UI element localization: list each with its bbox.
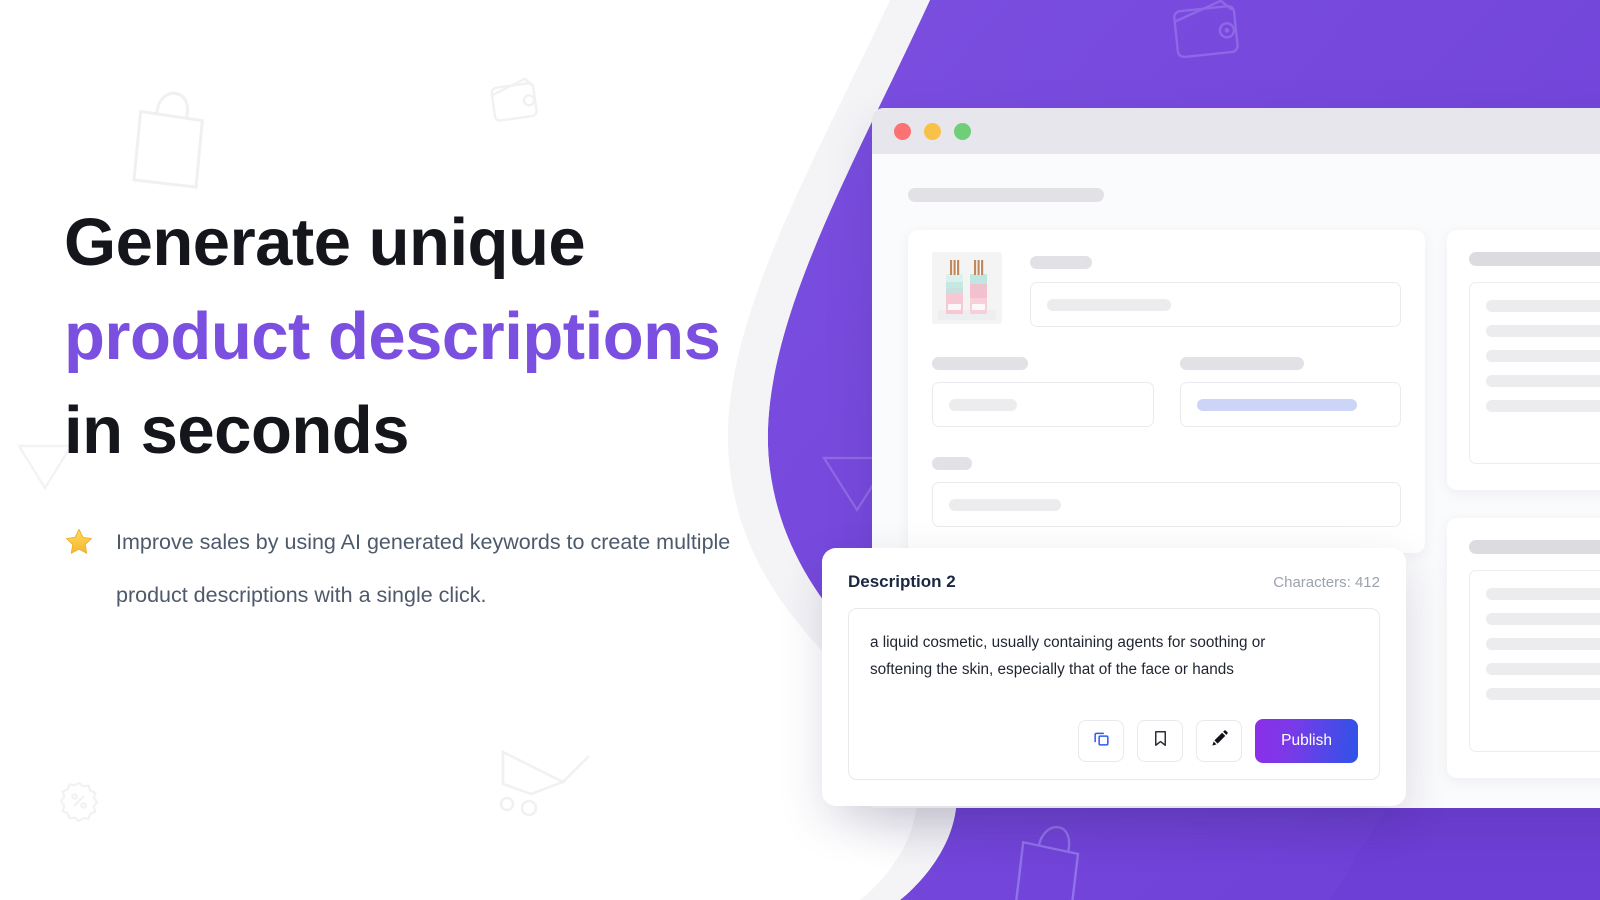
text-line-skeleton — [1486, 613, 1600, 625]
description-card-header: Description 2 Characters: 412 — [848, 572, 1380, 592]
input-value-skeleton — [949, 498, 1061, 511]
hero-bullet-text: Improve sales by using AI generated keyw… — [116, 530, 731, 607]
maximize-dot-icon[interactable] — [954, 122, 971, 140]
result-card — [1447, 518, 1600, 778]
description-body-text: a liquid cosmetic, usually containing ag… — [870, 634, 1266, 678]
text-line-skeleton — [1486, 400, 1600, 412]
copy-button[interactable] — [1078, 720, 1125, 762]
field-input-left[interactable] — [932, 382, 1154, 427]
text-line-skeleton — [1486, 300, 1600, 312]
result-card-title-skeleton — [1469, 540, 1600, 554]
description-textarea[interactable]: a liquid cosmetic, usually containing ag… — [848, 608, 1380, 780]
bookmark-button[interactable] — [1137, 720, 1184, 762]
input-value-skeleton — [1047, 298, 1171, 311]
page-title: Generate unique product descriptions in … — [64, 196, 744, 477]
star-icon — [64, 527, 94, 562]
text-line-skeleton — [1486, 588, 1600, 600]
hero-landing-screen: Description 2 Characters: 412 a liquid c… — [0, 0, 1600, 900]
close-dot-icon[interactable] — [894, 122, 911, 140]
bookmark-icon — [1151, 729, 1170, 753]
headline-line-2-accent: product descriptions — [64, 298, 721, 374]
results-column — [1447, 230, 1600, 778]
product-form-card — [908, 230, 1425, 553]
field-label-skeleton — [932, 357, 1028, 370]
result-card-title-skeleton — [1469, 252, 1600, 266]
text-line-skeleton — [1486, 638, 1600, 650]
result-card-body — [1469, 282, 1600, 464]
input-value-highlight — [1196, 398, 1357, 411]
edit-button[interactable] — [1196, 720, 1243, 762]
description-card: Description 2 Characters: 412 a liquid c… — [822, 548, 1406, 806]
text-line-skeleton — [1486, 350, 1600, 362]
text-line-skeleton — [1486, 375, 1600, 387]
field-input-bottom[interactable] — [932, 482, 1401, 527]
input-value-skeleton — [949, 398, 1017, 411]
headline-line-1: Generate unique — [64, 205, 586, 280]
result-card — [1447, 230, 1600, 490]
text-line-skeleton — [1486, 663, 1600, 675]
text-line-skeleton — [1486, 688, 1600, 700]
field-label-skeleton — [932, 457, 972, 470]
product-name-label-skeleton — [1030, 256, 1092, 269]
product-name-input[interactable] — [1030, 282, 1401, 327]
hero-bullet: Improve sales by using AI generated keyw… — [64, 516, 764, 622]
headline-line-3: in seconds — [64, 392, 409, 468]
description-title: Description 2 — [848, 572, 956, 591]
publish-button[interactable]: Publish — [1255, 719, 1358, 763]
pencil-icon — [1210, 729, 1229, 753]
character-count: Characters: 412 — [1273, 574, 1380, 591]
field-input-right[interactable] — [1179, 382, 1401, 427]
result-card-body — [1469, 570, 1600, 752]
page-title-skeleton — [908, 188, 1104, 202]
field-label-skeleton — [1179, 357, 1304, 370]
browser-title-bar — [872, 108, 1600, 154]
description-actions: Publish — [870, 701, 1358, 763]
product-thumbnail — [932, 252, 1002, 324]
copy-icon — [1092, 729, 1111, 753]
text-line-skeleton — [1486, 325, 1600, 337]
hero-copy: Generate unique product descriptions in … — [64, 196, 744, 477]
minimize-dot-icon[interactable] — [924, 122, 941, 140]
